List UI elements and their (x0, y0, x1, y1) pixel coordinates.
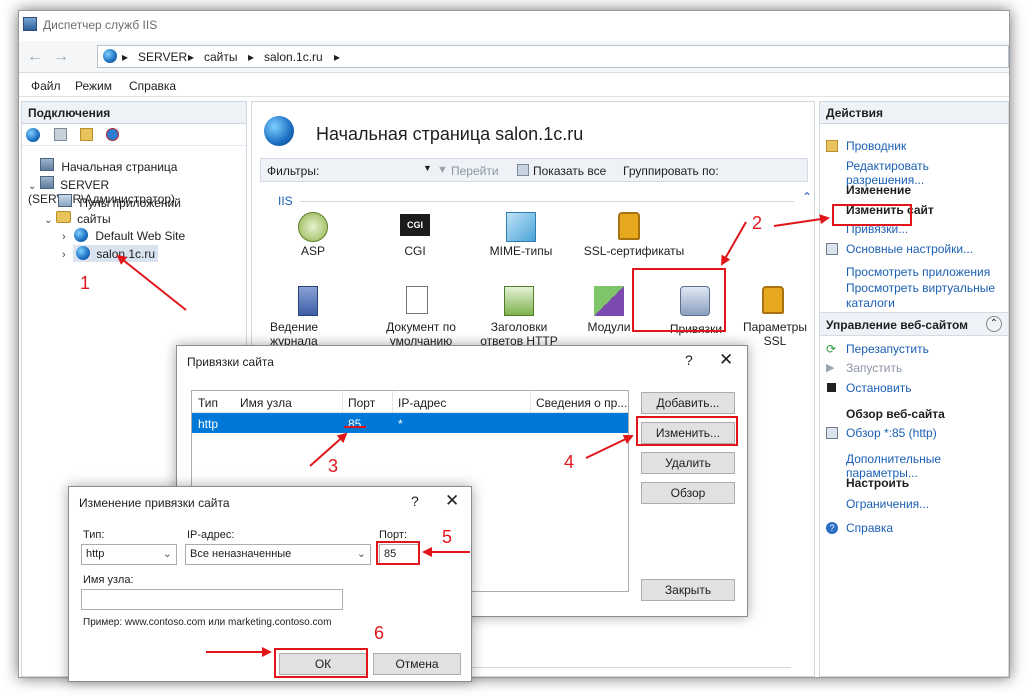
arrow-2a (721, 221, 747, 266)
arrow-3 (309, 432, 348, 467)
arrow-1 (116, 254, 187, 311)
annotation-arrows (116, 214, 830, 657)
arrow-4 (585, 434, 634, 459)
arrow-2b (773, 214, 830, 227)
